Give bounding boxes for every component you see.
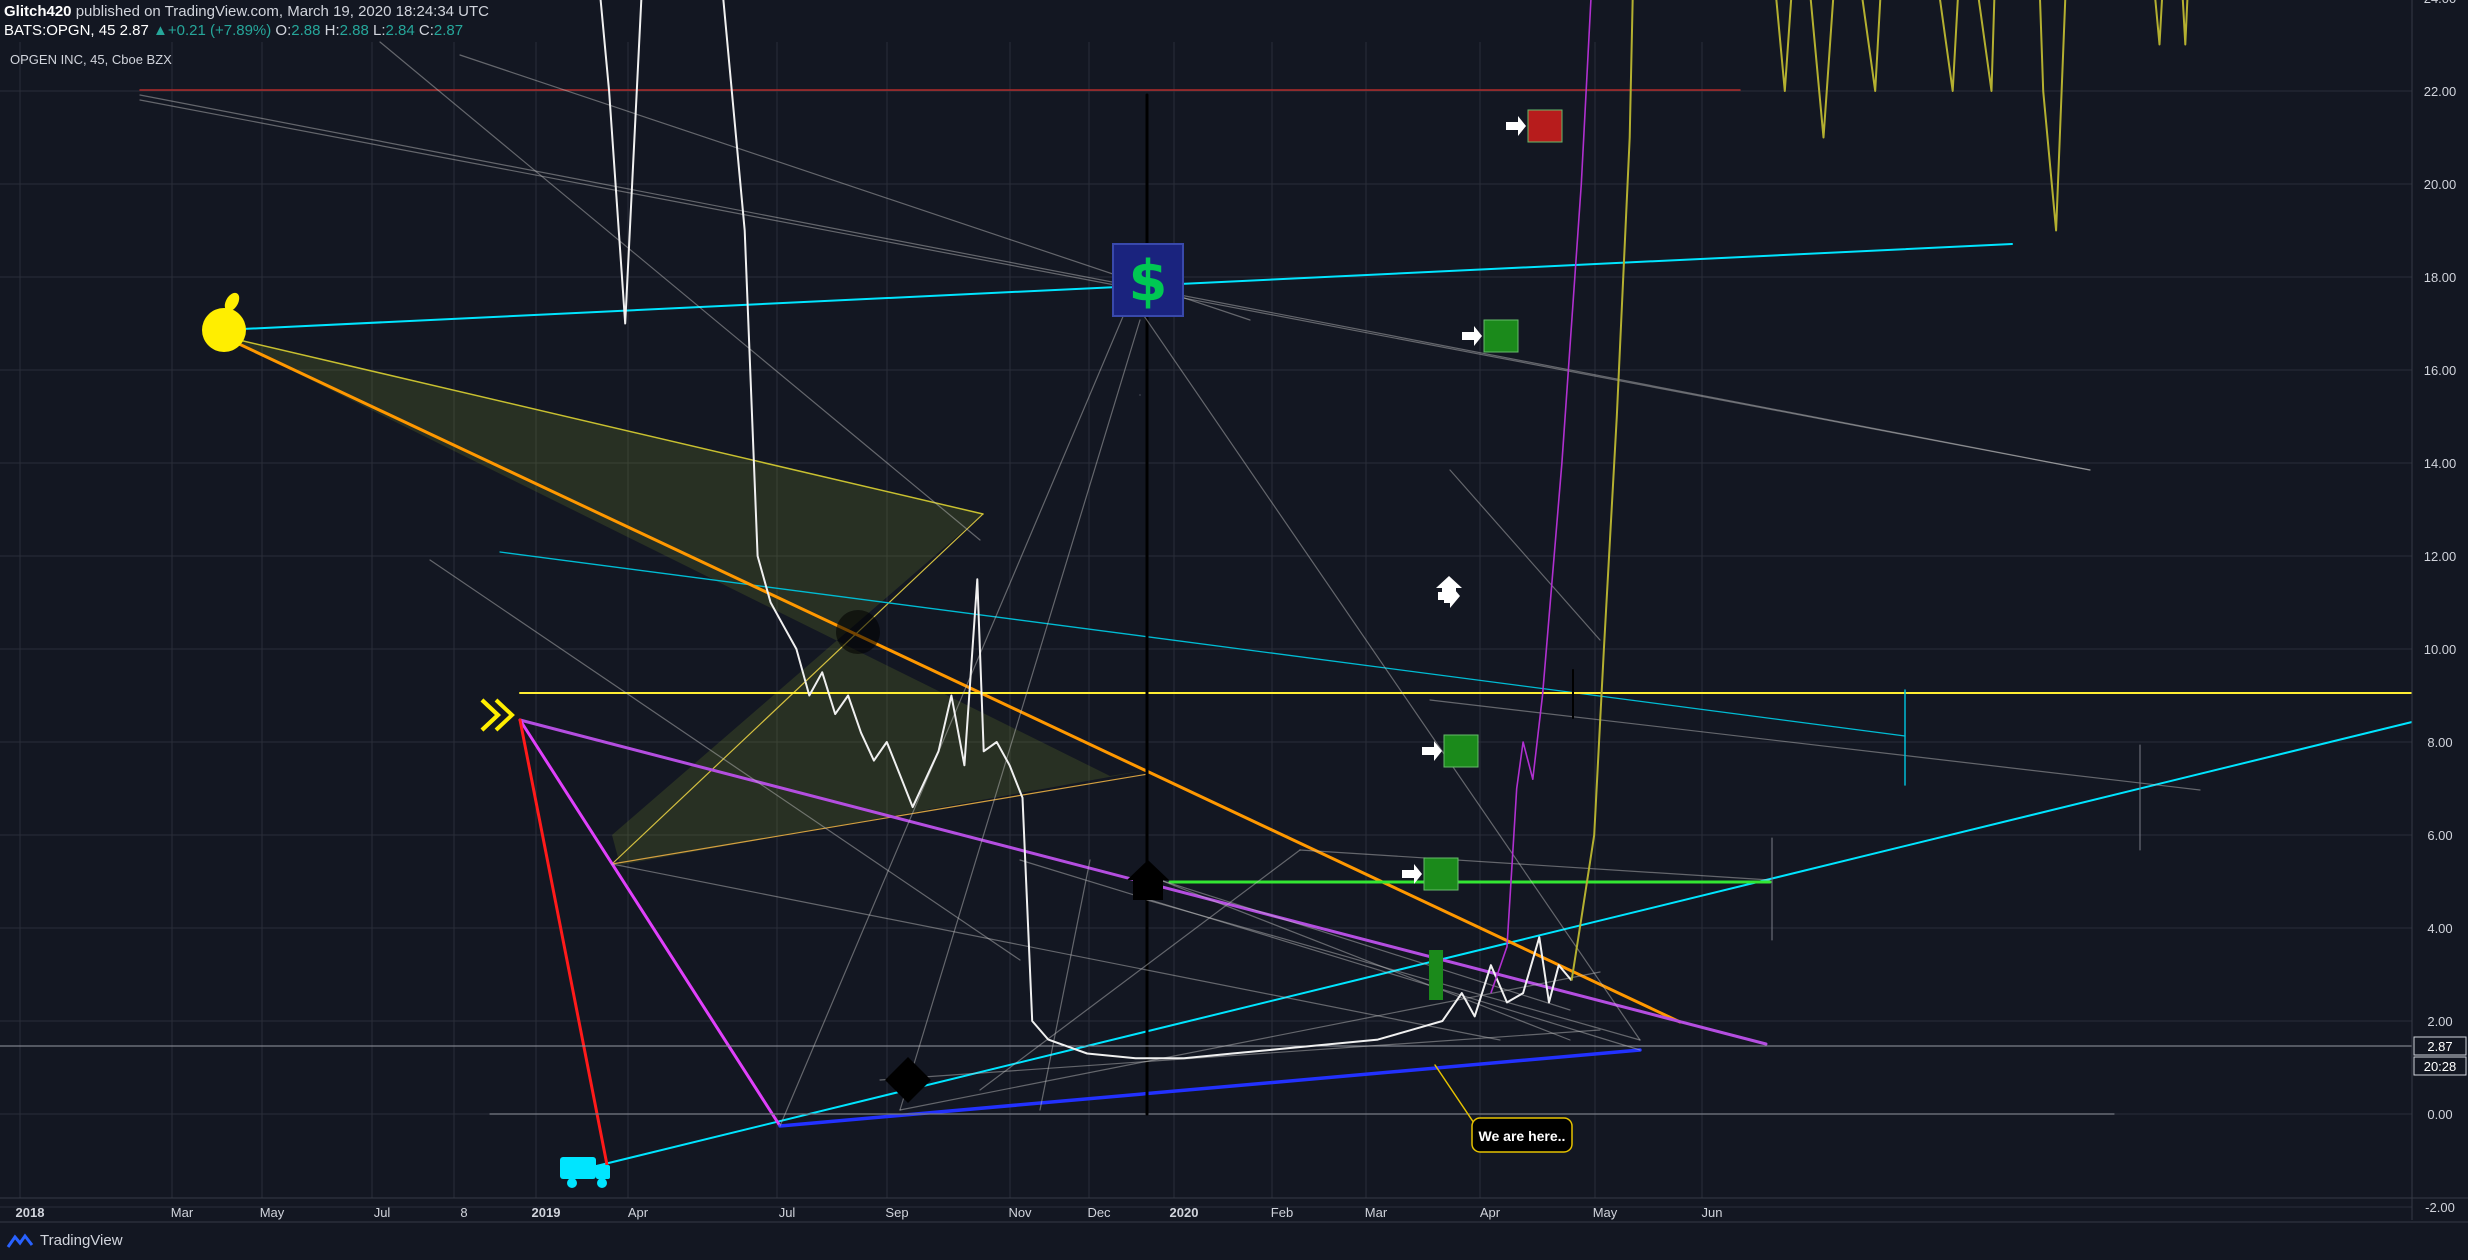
trend-line-grey	[1039, 859, 1091, 1111]
change-value: +0.21 (+7.89%)	[167, 22, 272, 39]
price-tick-label: 4.00	[2427, 921, 2452, 936]
time-tick-label: Jun	[1702, 1205, 1723, 1220]
time-tick-label: 2020	[1170, 1205, 1199, 1220]
change-arrow: ▲	[152, 22, 168, 39]
time-tick-label: Dec	[1087, 1205, 1111, 1220]
time-tick-label: Sep	[885, 1205, 908, 1220]
close-label: C:	[418, 22, 434, 39]
high-value: 2.88	[339, 22, 369, 39]
price-tick-label: 14.00	[2424, 456, 2457, 471]
symbol-label: BATS:OPGN, 45	[4, 22, 116, 39]
apple-logo-icon	[202, 308, 246, 352]
time-tick-label: Feb	[1271, 1205, 1293, 1220]
arrow-right-icon	[1462, 326, 1482, 346]
price-tick-label: 24.00	[2424, 0, 2457, 6]
position-box-icon	[1483, 319, 1519, 353]
price-tick-label: 8.00	[2427, 735, 2452, 750]
truck-cab-icon	[596, 1165, 610, 1179]
time-tick-label: Mar	[1365, 1205, 1388, 1220]
last-price-label: 2.87	[2427, 1039, 2452, 1054]
open-label: O:	[275, 22, 292, 39]
close-value: 2.87	[433, 22, 464, 39]
position-box-icon	[1423, 857, 1459, 891]
price-tick-label: -2.00	[2425, 1200, 2455, 1215]
truck-wheel-icon	[567, 1178, 577, 1188]
price-tick-label: 10.00	[2424, 642, 2457, 657]
position-box-icon	[1443, 734, 1479, 768]
price-tick-label: 22.00	[2424, 84, 2457, 99]
brand-label: TradingView	[40, 1232, 123, 1249]
open-value: 2.88	[291, 22, 321, 39]
arrow-right-icon	[1422, 741, 1442, 761]
annotation-text: We are here..	[1479, 1128, 1566, 1144]
time-tick-label: Jul	[374, 1205, 391, 1220]
time-tick-label: Apr	[1480, 1205, 1501, 1220]
shaded-zone	[222, 336, 1148, 865]
series-legend: OPGEN INC, 45, Cboe BZX	[10, 52, 172, 67]
price-tick-label: 2.00	[2427, 1014, 2452, 1029]
publish-info: published on TradingView.com, March 19, …	[75, 3, 490, 20]
time-tick-label: 8	[460, 1205, 467, 1220]
time-tick-label: Jul	[779, 1205, 796, 1220]
price-line-3	[1570, 0, 2189, 981]
brand[interactable]: TradingView	[6, 1232, 123, 1249]
house-icon	[1127, 860, 1169, 900]
trend-line-grey	[899, 971, 1601, 1111]
price-tick-label: 20.00	[2424, 177, 2457, 192]
low-value: 2.84	[385, 22, 415, 39]
chart-header: Glitch420 published on TradingView.com, …	[4, 2, 489, 40]
time-tick-label: Mar	[171, 1205, 194, 1220]
time-tick-label: May	[1593, 1205, 1618, 1220]
price-tick-label: 6.00	[2427, 828, 2452, 843]
price-tick-label: 12.00	[2424, 549, 2457, 564]
shadow-circle-icon	[836, 610, 880, 654]
trend-line-orange	[220, 334, 1682, 1024]
price-tick-label: 18.00	[2424, 270, 2457, 285]
price-chart[interactable]: $ We are here.. -2.00 0.00 2.00 4.00 6.00 8.00…	[0, 0, 2468, 1260]
trend-line-grey	[879, 1029, 1601, 1081]
tradingview-logo-icon	[6, 1232, 34, 1248]
diamond-icon	[885, 1057, 931, 1103]
candle-box-icon	[1429, 950, 1443, 1000]
low-label: L:	[373, 22, 386, 39]
time-tick-label: 2019	[532, 1205, 561, 1220]
time-tick-label: Nov	[1008, 1205, 1032, 1220]
trend-line-grey	[1429, 699, 2201, 791]
last-price: 2.87	[119, 22, 149, 39]
author-name[interactable]: Glitch420	[4, 3, 72, 20]
countdown-label: 20:28	[2424, 1059, 2457, 1074]
time-tick-label: Apr	[628, 1205, 649, 1220]
price-axis: -2.00 0.00 2.00 4.00 6.00 8.00 10.00 12.00 14.00…	[2411, 0, 2468, 1220]
time-tick-label: 2018	[16, 1205, 45, 1220]
position-box-icon	[1527, 109, 1563, 143]
chevron-icon	[480, 698, 501, 732]
trend-drawings	[0, 41, 2413, 1172]
trend-line-grey	[1449, 469, 1601, 641]
dollar-glyph: $	[1129, 249, 1168, 314]
price-tick-label: 16.00	[2424, 363, 2457, 378]
trend-line-grey	[1159, 879, 1571, 1041]
price-tick-label: 0.00	[2427, 1107, 2452, 1122]
chart-grid	[0, 42, 2412, 1208]
trend-line-cyan	[499, 551, 1906, 737]
arrow-right-icon	[1506, 116, 1526, 136]
time-tick-label: May	[260, 1205, 285, 1220]
high-label: H:	[324, 22, 340, 39]
time-axis: 2018 Mar May Jul 8 2019 Apr Jul Sep Nov Dec 2020 Feb…	[0, 1197, 2468, 1223]
price-series	[599, 0, 2189, 1060]
trend-line-grey	[611, 863, 1501, 1041]
truck-wheel-icon	[597, 1178, 607, 1188]
truck-icon	[560, 1157, 596, 1179]
